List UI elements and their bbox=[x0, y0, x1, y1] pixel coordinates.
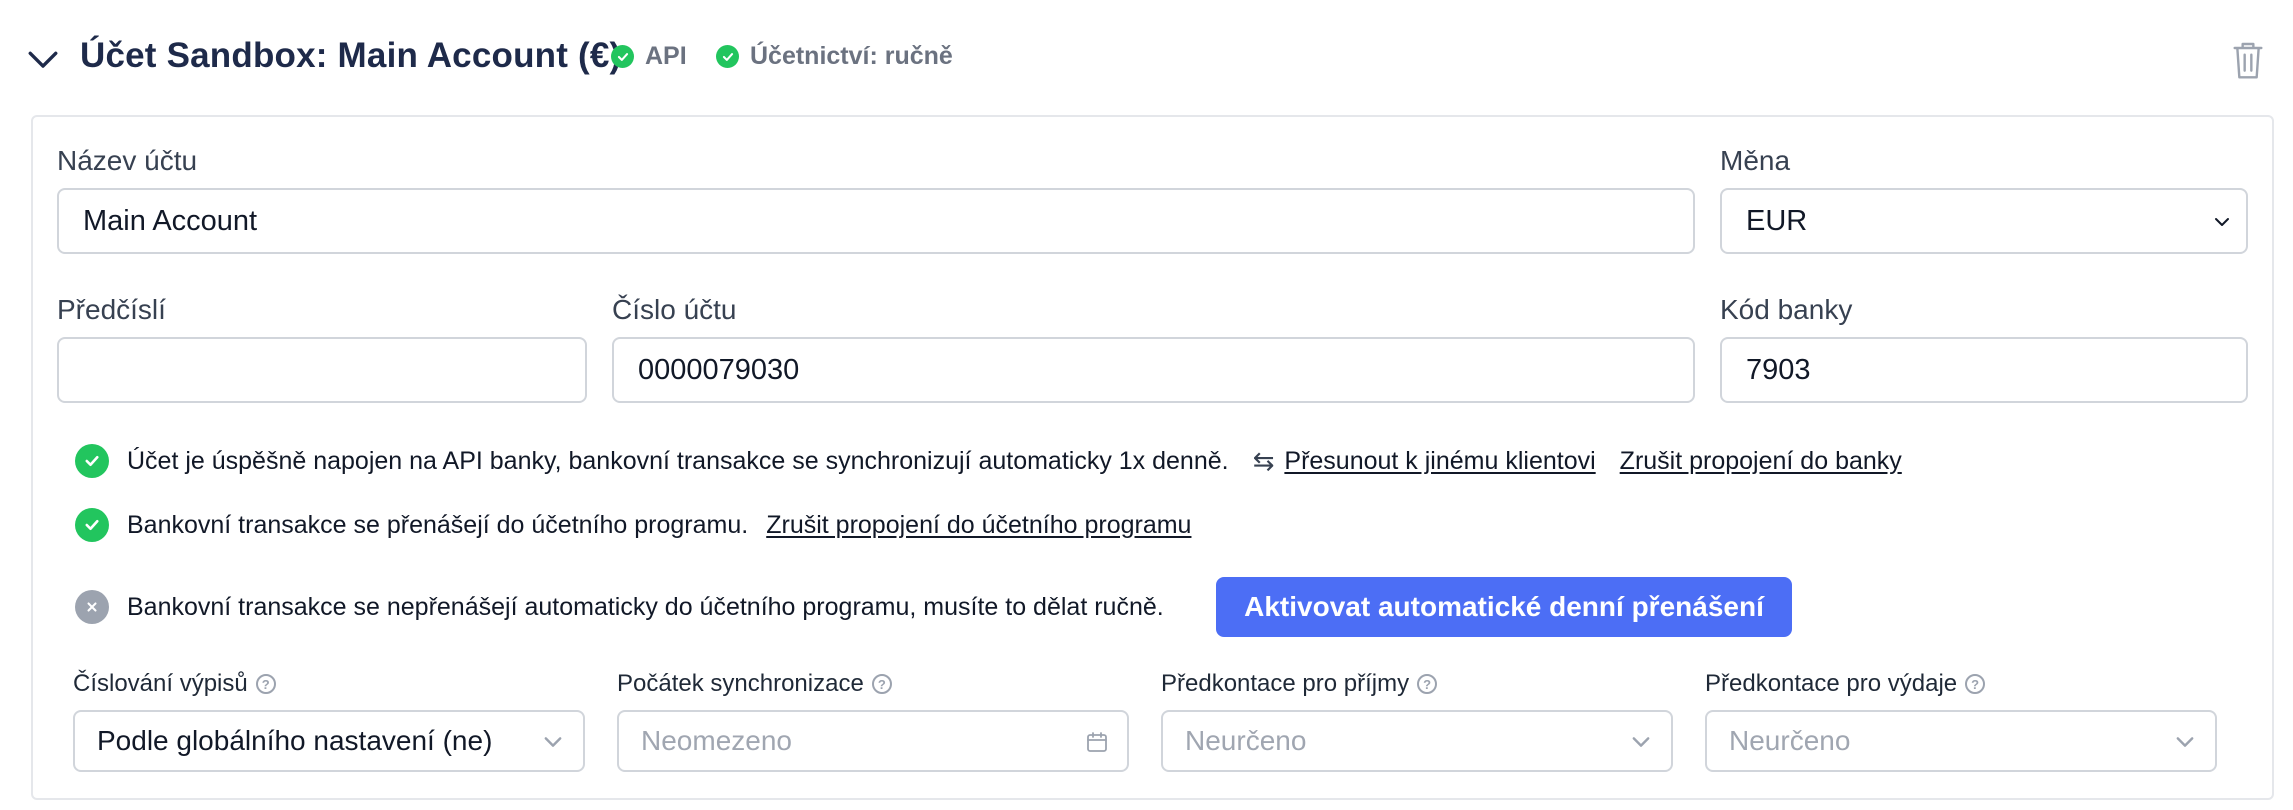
account-header: Účet Sandbox: Main Account (€) API Účetn… bbox=[0, 0, 2293, 116]
accounting-status-row: Bankovní transakce se přenášejí do účetn… bbox=[75, 508, 1191, 542]
cancel-bank-link[interactable]: Zrušit propojení do banky bbox=[1620, 447, 1902, 476]
income-value: Neurčeno bbox=[1185, 725, 1307, 756]
account-number-input[interactable]: 0000079030 bbox=[612, 337, 1695, 403]
x-circle-icon bbox=[75, 590, 109, 624]
calendar-icon[interactable] bbox=[1085, 730, 1109, 754]
chevron-down-icon bbox=[544, 737, 562, 747]
check-circle-icon bbox=[611, 45, 634, 68]
chevron-down-icon[interactable] bbox=[26, 42, 60, 76]
expense-label-row: Předkontace pro výdaje ? bbox=[1705, 670, 1986, 698]
auto-transfer-status-text: Bankovní transakce se nepřenášejí automa… bbox=[127, 592, 1164, 621]
move-client-link[interactable]: Přesunout k jinému klientovi bbox=[1284, 447, 1595, 476]
chevron-down-icon bbox=[2215, 218, 2229, 226]
api-badge-label: API bbox=[645, 42, 687, 70]
currency-value: EUR bbox=[1746, 205, 1808, 237]
numbering-label-row: Číslování výpisů ? bbox=[73, 670, 276, 698]
expense-value: Neurčeno bbox=[1729, 725, 1851, 756]
help-icon[interactable]: ? bbox=[1417, 674, 1438, 694]
account-name-input[interactable]: Main Account bbox=[57, 188, 1695, 254]
api-badge: API bbox=[611, 42, 687, 71]
account-number-label: Číslo účtu bbox=[612, 294, 737, 325]
bank-code-label: Kód banky bbox=[1720, 294, 1853, 325]
chevron-down-icon bbox=[1632, 737, 1650, 747]
prefix-label: Předčíslí bbox=[57, 294, 166, 325]
sync-start-label-row: Počátek synchronizace ? bbox=[617, 670, 892, 698]
help-icon[interactable]: ? bbox=[871, 674, 892, 694]
sync-start-date-input[interactable]: Neomezeno bbox=[617, 710, 1129, 772]
account-name-label: Název účtu bbox=[57, 145, 198, 176]
check-circle-icon bbox=[75, 444, 109, 478]
numbering-value: Podle globálního nastavení (ne) bbox=[97, 725, 493, 756]
prefix-input[interactable] bbox=[57, 337, 587, 403]
expense-label: Předkontace pro výdaje bbox=[1705, 670, 1958, 697]
check-circle-icon bbox=[716, 45, 739, 68]
currency-label: Měna bbox=[1720, 145, 1791, 176]
help-icon[interactable]: ? bbox=[1965, 674, 1986, 694]
activate-auto-transfer-button[interactable]: Aktivovat automatické denní přenášení bbox=[1216, 577, 1792, 637]
trash-icon[interactable] bbox=[2232, 40, 2264, 80]
sync-start-label: Počátek synchronizace bbox=[617, 670, 864, 697]
bank-code-input[interactable]: 7903 bbox=[1720, 337, 2248, 403]
numbering-select[interactable]: Podle globálního nastavení (ne) bbox=[73, 710, 585, 772]
cancel-accounting-link[interactable]: Zrušit propojení do účetního programu bbox=[766, 511, 1191, 540]
accounting-badge: Účetnictví: ručně bbox=[716, 42, 953, 71]
api-status-text: Účet je úspěšně napojen na API banky, ba… bbox=[127, 446, 1229, 475]
income-preaccounting-select[interactable]: Neurčeno bbox=[1161, 710, 1673, 772]
help-icon[interactable]: ? bbox=[255, 674, 276, 694]
chevron-down-icon bbox=[2176, 737, 2194, 747]
check-circle-icon bbox=[75, 508, 109, 542]
income-label-row: Předkontace pro příjmy ? bbox=[1161, 670, 1438, 698]
api-status-row: Účet je úspěšně napojen na API banky, ba… bbox=[75, 444, 1902, 478]
income-label: Předkontace pro příjmy bbox=[1161, 670, 1410, 697]
accounting-status-text: Bankovní transakce se přenášejí do účetn… bbox=[127, 510, 749, 539]
numbering-label: Číslování výpisů bbox=[73, 670, 248, 697]
transfer-icon: ⇆ bbox=[1252, 445, 1275, 476]
auto-transfer-status-row: Bankovní transakce se nepřenášejí automa… bbox=[75, 590, 1164, 624]
sync-start-placeholder: Neomezeno bbox=[641, 725, 792, 756]
expense-preaccounting-select[interactable]: Neurčeno bbox=[1705, 710, 2217, 772]
account-title: Účet Sandbox: Main Account (€) bbox=[80, 36, 622, 75]
accounting-badge-label: Účetnictví: ručně bbox=[750, 42, 953, 70]
currency-select[interactable]: EUR bbox=[1720, 188, 2248, 254]
